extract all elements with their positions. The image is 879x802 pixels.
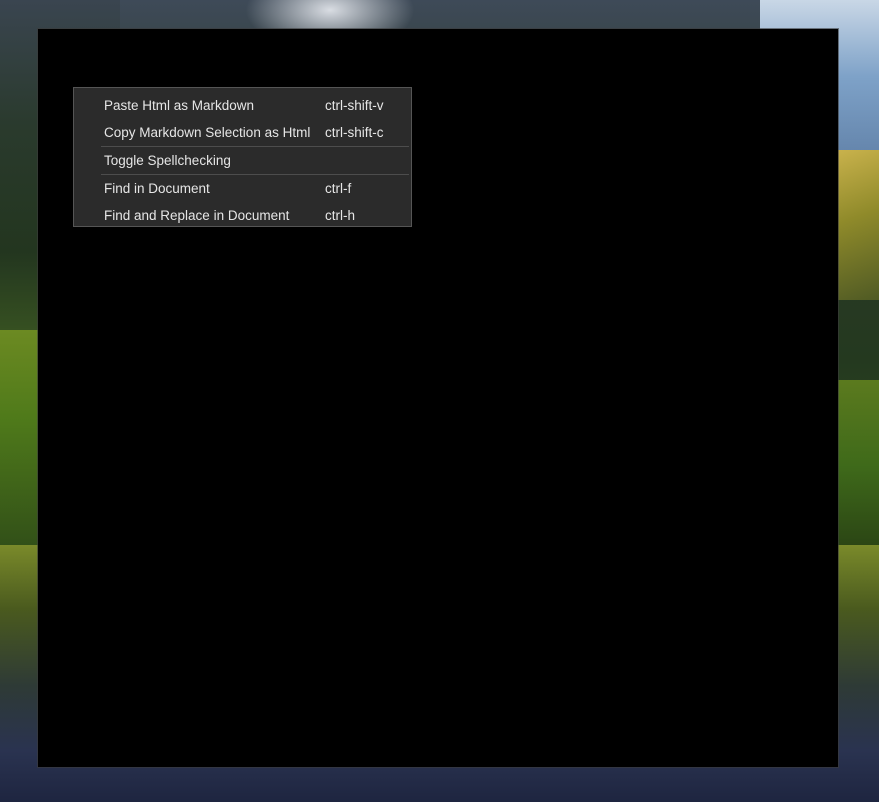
menu-item-label: Paste Html as Markdown <box>104 98 255 113</box>
menu-item-shortcut: ctrl-f <box>325 181 352 196</box>
wallpaper-trees-right <box>836 380 879 550</box>
wallpaper-sunlit-ridge <box>838 150 879 300</box>
menu-item-copy-markdown-selection-as-html[interactable]: Copy Markdown Selection as Html ctrl-shi… <box>74 119 411 146</box>
menu-item-label: Toggle Spellchecking <box>104 153 231 168</box>
menu-item-toggle-spellchecking[interactable]: Toggle Spellchecking <box>74 147 411 174</box>
menu-item-shortcut: ctrl-shift-v <box>325 98 384 113</box>
menu-item-find-and-replace-in-document[interactable]: Find and Replace in Document ctrl-h <box>74 202 411 229</box>
desktop-background: Paste Html as Markdown ctrl-shift-v Copy… <box>0 0 879 802</box>
menu-item-label: Copy Markdown Selection as Html <box>104 125 311 140</box>
menu-item-find-in-document[interactable]: Find in Document ctrl-f <box>74 175 411 202</box>
context-menu: Paste Html as Markdown ctrl-shift-v Copy… <box>73 87 412 227</box>
menu-item-label: Find in Document <box>104 181 210 196</box>
menu-item-paste-html-as-markdown[interactable]: Paste Html as Markdown ctrl-shift-v <box>74 92 411 119</box>
menu-item-shortcut: ctrl-h <box>325 208 355 223</box>
menu-item-label: Find and Replace in Document <box>104 208 290 223</box>
menu-item-shortcut: ctrl-shift-c <box>325 125 384 140</box>
